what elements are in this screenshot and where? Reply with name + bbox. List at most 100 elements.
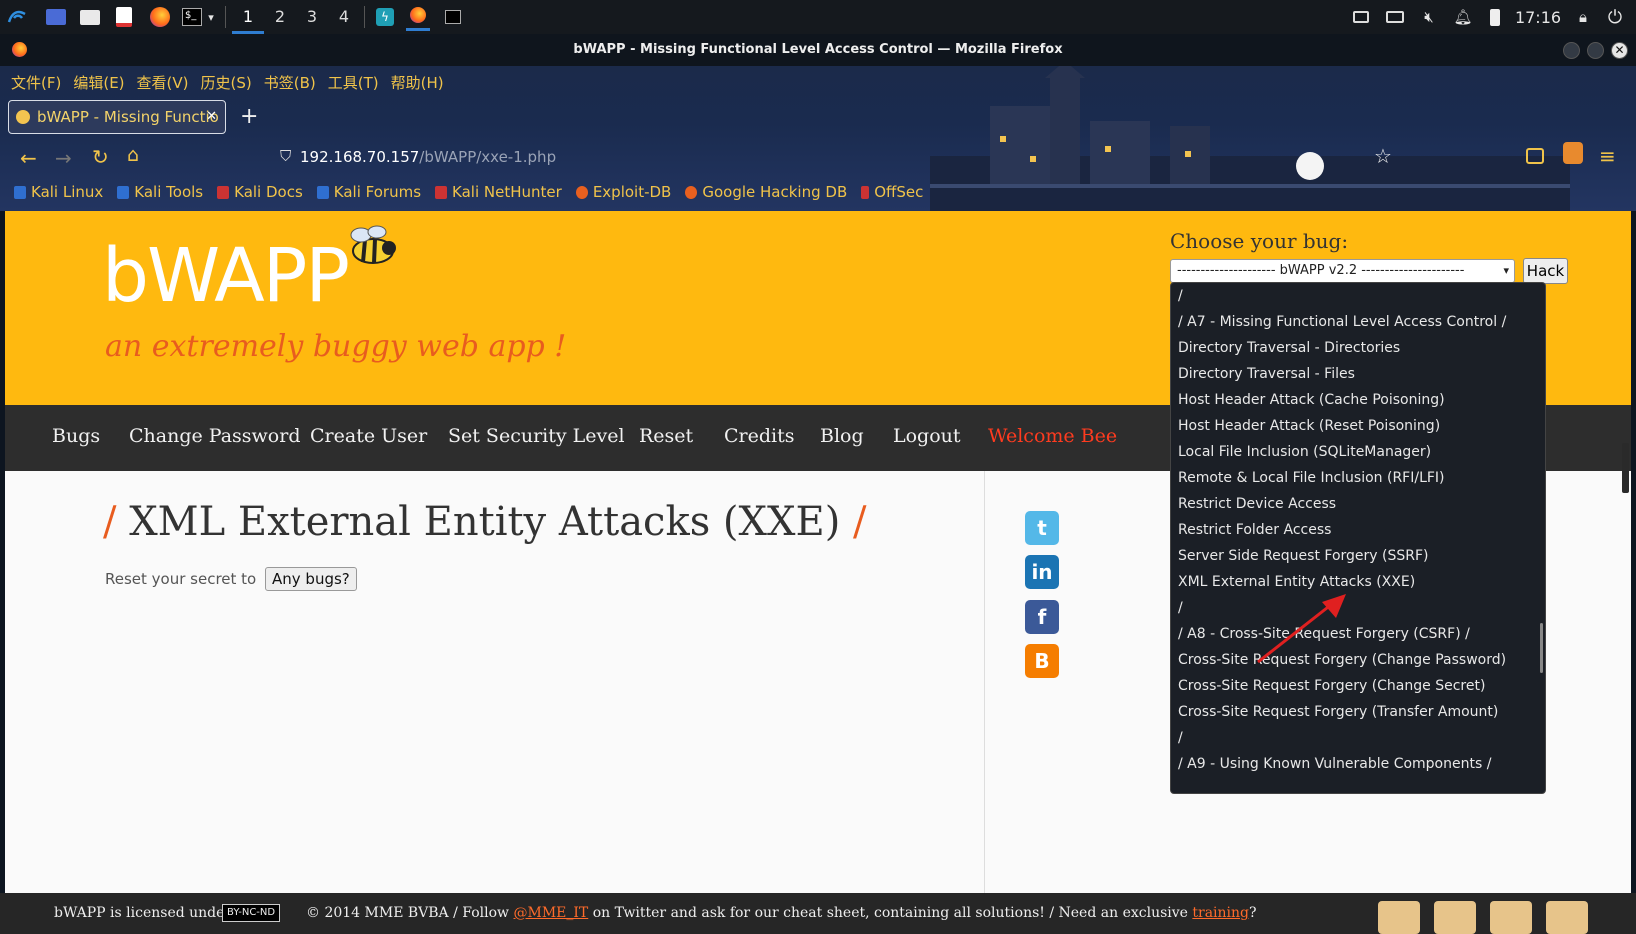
pocket-icon[interactable]: [1526, 148, 1544, 164]
bookmark-exploit-db[interactable]: Exploit-DB: [575, 183, 671, 201]
firefox-icon: [12, 42, 27, 57]
battery-icon[interactable]: [1484, 5, 1506, 29]
hack-button[interactable]: Hack: [1523, 258, 1568, 284]
dropdown-option[interactable]: /: [1171, 283, 1545, 309]
dropdown-option[interactable]: /: [1171, 725, 1545, 751]
dropdown-option[interactable]: Directory Traversal - Files: [1171, 361, 1545, 387]
nav-set-security-level[interactable]: Set Security Level: [448, 425, 625, 447]
notification-bell-icon[interactable]: 🔔︎: [1452, 5, 1474, 29]
bookmark-kali-linux[interactable]: Kali Linux: [14, 183, 103, 201]
linkedin-icon[interactable]: in: [1025, 555, 1059, 589]
nav-change-password[interactable]: Change Password: [129, 425, 301, 447]
decor-tile: [1546, 901, 1588, 934]
reload-icon[interactable]: ↻: [92, 145, 109, 169]
menu-help[interactable]: 帮助(H): [386, 70, 451, 96]
menu-bookmarks[interactable]: 书签(B): [259, 70, 323, 96]
home-icon[interactable]: ⌂: [127, 144, 139, 166]
nav-credits[interactable]: Credits: [724, 425, 795, 447]
dropdown-option[interactable]: / A7 - Missing Functional Level Access C…: [1171, 309, 1545, 335]
bookmark-offsec[interactable]: OffSec: [861, 183, 923, 201]
kali-tools-icon: [117, 186, 130, 199]
display-icon[interactable]: [1350, 5, 1372, 29]
nav-bugs[interactable]: Bugs: [52, 425, 100, 447]
back-icon[interactable]: ←: [20, 146, 37, 170]
blogger-icon[interactable]: B: [1025, 644, 1059, 678]
menu-view[interactable]: 查看(V): [132, 70, 196, 96]
dropdown-option[interactable]: Directory Traversal - Directories: [1171, 335, 1545, 361]
shield-icon[interactable]: ⛉: [280, 147, 291, 165]
menu-bar: 文件(F) 编辑(E) 查看(V) 历史(S) 书签(B) 工具(T) 帮助(H…: [6, 70, 451, 96]
dropdown-option[interactable]: Local File Inclusion (SQLiteManager): [1171, 439, 1545, 465]
bookmark-kali-tools[interactable]: Kali Tools: [117, 183, 203, 201]
text-editor-icon[interactable]: [112, 5, 136, 29]
bookmark-star-icon[interactable]: ☆: [1374, 144, 1392, 168]
firefox-icon[interactable]: [148, 5, 172, 29]
nav-blog[interactable]: Blog: [820, 425, 864, 447]
twitter-icon[interactable]: t: [1025, 511, 1059, 545]
files-icon[interactable]: [78, 5, 102, 29]
dropdown-option[interactable]: Restrict Folder Access: [1171, 517, 1545, 543]
dropdown-option[interactable]: Remote & Local File Inclusion (RFI/LFI): [1171, 465, 1545, 491]
dropdown-option[interactable]: Cross-Site Request Forgery (Transfer Amo…: [1171, 699, 1545, 725]
bookmark-google-hacking-db[interactable]: Google Hacking DB: [685, 183, 847, 201]
menu-history[interactable]: 历史(S): [196, 70, 259, 96]
close-button[interactable]: ✕: [1611, 42, 1628, 59]
dropdown-scrollbar[interactable]: [1540, 623, 1543, 673]
bug-select[interactable]: --------------------- bWAPP v2.2 -------…: [1170, 259, 1515, 283]
dropdown-option[interactable]: / A9 - Using Known Vulnerable Components…: [1171, 751, 1545, 777]
tab-close-icon[interactable]: ✕: [206, 101, 217, 133]
minimize-button[interactable]: [1563, 42, 1580, 59]
terminal-window-icon[interactable]: [442, 5, 464, 29]
workspace-2[interactable]: 2: [264, 0, 296, 34]
firefox-window-icon[interactable]: [406, 2, 430, 31]
nav-create-user[interactable]: Create User: [310, 425, 427, 447]
url-bar[interactable]: 192.168.70.157/bWAPP/xxe-1.php: [300, 148, 556, 166]
workspace-3[interactable]: 3: [296, 0, 328, 34]
footer-license-text: bWAPP is licensed under: [54, 905, 232, 921]
lock-icon[interactable]: 🔒︎: [1572, 5, 1594, 29]
bookmark-kali-forums[interactable]: Kali Forums: [316, 183, 421, 201]
any-bugs-button[interactable]: Any bugs?: [265, 567, 357, 591]
dropdown-option[interactable]: Host Header Attack (Cache Poisoning): [1171, 387, 1545, 413]
menu-file[interactable]: 文件(F): [6, 70, 68, 96]
menu-edit[interactable]: 编辑(E): [68, 70, 131, 96]
cc-license-badge[interactable]: BY-NC-ND: [222, 904, 281, 922]
dropdown-option[interactable]: Restrict Device Access: [1171, 491, 1545, 517]
bookmark-kali-docs[interactable]: Kali Docs: [217, 183, 303, 201]
workspace-4[interactable]: 4: [328, 0, 360, 34]
terminal-icon[interactable]: $_: [180, 5, 204, 29]
power-icon[interactable]: ⏻: [1604, 5, 1626, 29]
keyboard-icon[interactable]: [1384, 5, 1406, 29]
bug-select-dropdown[interactable]: / / A7 - Missing Functional Level Access…: [1170, 282, 1546, 794]
dropdown-option[interactable]: Cross-Site Request Forgery (Change Secre…: [1171, 673, 1545, 699]
maximize-button[interactable]: [1587, 42, 1604, 59]
page-scrollbar[interactable]: [1622, 443, 1629, 493]
facebook-icon[interactable]: f: [1025, 600, 1059, 634]
browser-tab-active[interactable]: bWAPP - Missing Functio ✕: [8, 100, 226, 134]
chevron-down-icon[interactable]: ▾: [204, 5, 218, 29]
footer-decor: [1378, 901, 1618, 934]
nethunter-icon: [435, 186, 448, 199]
footer-credits: © 2014 MME BVBA / Follow @MME_IT on Twit…: [306, 905, 1257, 921]
footer-twitter-link[interactable]: @MME_IT: [513, 905, 588, 921]
bee-favicon-icon: [16, 110, 30, 124]
footer-question-mark: ?: [1249, 905, 1257, 921]
site-logo[interactable]: bWAPP: [102, 233, 350, 319]
nav-logout[interactable]: Logout: [893, 425, 961, 447]
nav-reset[interactable]: Reset: [639, 425, 693, 447]
kali-menu-icon[interactable]: [4, 5, 30, 29]
forward-icon[interactable]: →: [55, 146, 72, 170]
bug-select-value: --------------------- bWAPP v2.2 -------…: [1177, 263, 1465, 278]
workspace-1[interactable]: 1: [232, 0, 264, 34]
footer-training-link[interactable]: training: [1192, 905, 1249, 921]
burp-extension-icon[interactable]: [1563, 142, 1583, 164]
new-tab-button[interactable]: +: [240, 104, 258, 129]
burp-window-icon[interactable]: ϟ: [374, 5, 396, 29]
menu-tools[interactable]: 工具(T): [323, 70, 386, 96]
bookmark-kali-nethunter[interactable]: Kali NetHunter: [435, 183, 562, 201]
dropdown-option[interactable]: Server Side Request Forgery (SSRF): [1171, 543, 1545, 569]
dropdown-option[interactable]: Host Header Attack (Reset Poisoning): [1171, 413, 1545, 439]
hamburger-menu-icon[interactable]: ≡: [1599, 144, 1616, 168]
volume-muted-icon[interactable]: 🔇︎: [1418, 5, 1440, 29]
desktop-icon[interactable]: [44, 5, 68, 29]
